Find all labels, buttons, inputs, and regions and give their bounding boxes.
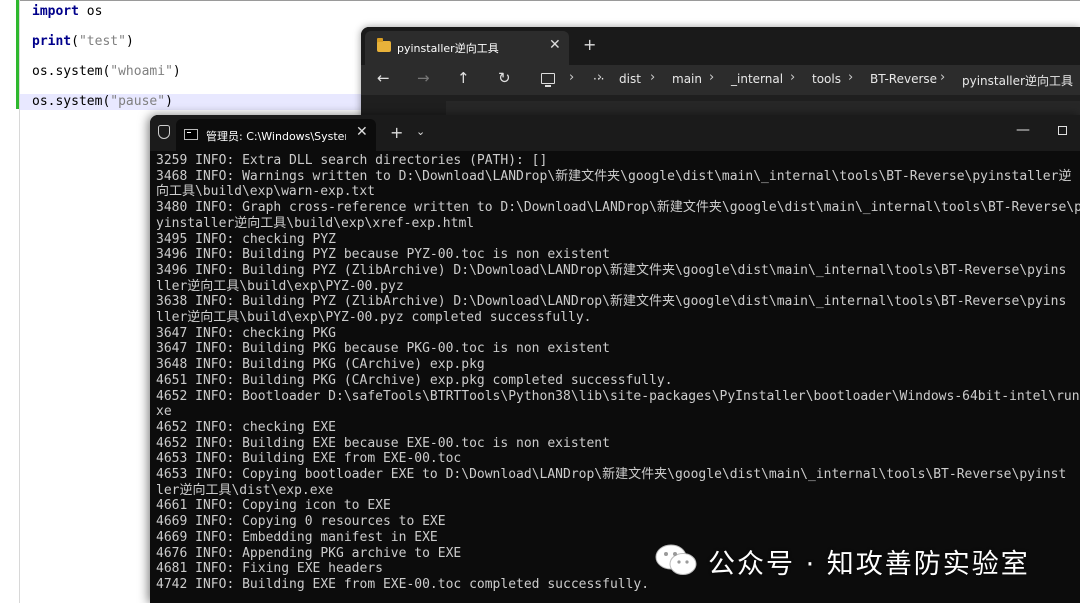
explorer-navbar: ← → ↑ ↻ › ··· › dist › main › _internal › tools… [361,65,1080,95]
code-token: ) [125,34,134,49]
explorer-tab-title: pyinstaller逆向工具 [397,42,499,55]
code-line[interactable]: os.system("whoami") [32,64,181,80]
new-tab-button[interactable]: + [390,123,403,142]
terminal-line: 4661 INFO: Copying icon to EXE [156,498,391,514]
code-token: "test" [78,34,126,49]
chevron-right-icon: › [940,70,946,85]
code-token: os.system( [32,94,111,109]
editor-top-rule [20,0,1080,1]
terminal-line: 3647 INFO: Building PKG because PKG-00.t… [156,341,610,357]
terminal-line: 4676 INFO: Appending PKG archive to EXE [156,545,462,561]
breadcrumb-item[interactable]: pyinstaller逆向工具 [962,72,1073,89]
new-tab-button[interactable]: + [583,35,596,54]
code-token: import [32,4,79,19]
cmd-icon [184,129,198,140]
code-line[interactable]: print("test") [32,34,134,50]
code-token: os.system( [32,64,111,79]
terminal-line: yinstaller逆向工具\build\exp\xref-exp.html [156,215,475,231]
terminal-line: ler逆向工具\dist\exp.exe [156,482,334,498]
chevron-right-icon: › [848,70,854,85]
terminal-line: 3480 INFO: Graph cross-reference written… [156,200,1080,216]
monitor-icon [541,73,555,87]
explorer-tabstrip: pyinstaller逆向工具 ✕ + [361,27,1080,65]
terminal-line: 3468 INFO: Warnings written to D:\Downlo… [156,168,1072,184]
code-token: "pause" [110,94,166,109]
terminal-line: 4652 INFO: Bootloader D:\safeTools\BTRTT… [156,388,1080,404]
minimize-button[interactable]: — [1016,122,1030,138]
breadcrumb-item[interactable]: dist [619,72,641,86]
terminal-line: 4742 INFO: Building EXE from EXE-00.toc … [156,576,650,592]
close-icon[interactable]: ✕ [549,37,561,53]
breadcrumb-item[interactable]: tools [812,72,841,86]
terminal-line: 向工具\build\exp\warn-exp.txt [156,184,376,200]
terminal-line: ller逆向工具\build\exp\PYZ-00.pyz completed … [156,310,592,325]
watermark-text: 公众号 · 知攻善防实验室 [708,549,1030,580]
code-token: ( [71,34,79,49]
chevron-right-icon: › [569,70,575,85]
terminal-line: 3647 INFO: checking PKG [156,325,337,341]
chevron-right-icon: › [790,70,796,85]
explorer-tab[interactable]: pyinstaller逆向工具 ✕ [365,31,569,65]
terminal-line: ller逆向工具\build\exp\PYZ-00.pyz [156,278,404,294]
breadcrumb-item[interactable]: _internal [731,72,783,86]
terminal-tab[interactable]: 管理员: C:\Windows\System32\cmd.exe ✕ [176,119,376,151]
terminal-line: 4669 INFO: Embedding manifest in EXE [156,529,438,545]
terminal-line: 4669 INFO: Copying 0 resources to EXE [156,514,446,530]
gutter-divider [19,0,20,603]
close-icon[interactable]: ✕ [356,124,368,140]
back-button[interactable]: ← [377,69,390,87]
terminal-line: 4681 INFO: Fixing EXE headers [156,561,383,577]
terminal-line: 3495 INFO: checking PYZ [156,231,337,247]
terminal-line: 3259 INFO: Extra DLL search directories … [156,153,548,168]
terminal-line: 4652 INFO: checking EXE [156,419,337,435]
terminal-tab-title: 管理员: C:\Windows\System32\cmd.exe [206,130,346,143]
chevron-down-icon[interactable]: ⌄ [416,125,425,138]
code-token: ) [165,94,173,109]
folder-icon [377,38,391,52]
code-line[interactable]: import os [32,4,102,20]
terminal-line: 4653 INFO: Building EXE from EXE-00.toc [156,451,462,467]
terminal-line: 3648 INFO: Building PKG (CArchive) exp.p… [156,357,485,373]
terminal-line: 3496 INFO: Building PYZ because PYZ-00.t… [156,247,610,263]
code-token: ) [172,64,181,79]
code-token: os [78,4,103,19]
wechat-icon [655,544,697,575]
up-button[interactable]: ↑ [457,69,470,87]
terminal-titlebar: 管理员: C:\Windows\System32\cmd.exe ✕ + ⌄ — [150,115,1080,151]
terminal-line: 4653 INFO: Copying bootloader EXE to D:\… [156,467,1067,482]
breadcrumb-item[interactable]: main [672,72,702,86]
refresh-button[interactable]: ↻ [498,69,511,87]
code-token: "whoami" [110,64,173,79]
terminal-line: 3638 INFO: Building PYZ (ZlibArchive) D:… [156,294,1067,310]
chevron-right-icon: › [709,70,715,85]
shield-icon [158,125,170,139]
chevron-right-icon: › [597,70,603,85]
terminal-window[interactable]: 管理员: C:\Windows\System32\cmd.exe ✕ + ⌄ —… [150,115,1080,603]
terminal-line: 4651 INFO: Building PKG (CArchive) exp.p… [156,372,673,388]
terminal-line: 3496 INFO: Building PYZ (ZlibArchive) D:… [156,262,1067,278]
maximize-button[interactable] [1058,126,1067,135]
chevron-right-icon: › [650,70,656,85]
terminal-line: xe [156,404,172,420]
breadcrumb-item[interactable]: BT-Reverse [870,72,937,86]
terminal-line: 4652 INFO: Building EXE because EXE-00.t… [156,435,610,451]
address-bar[interactable]: › ··· › dist › main › _internal › tools › BT-Reve… [531,67,1080,93]
forward-button[interactable]: → [417,69,430,87]
terminal-output[interactable]: 3259 INFO: Extra DLL search directories … [150,151,1080,603]
code-token: print [32,34,72,49]
editor-gutter [0,0,16,603]
code-line[interactable]: os.system("pause") [20,94,372,110]
